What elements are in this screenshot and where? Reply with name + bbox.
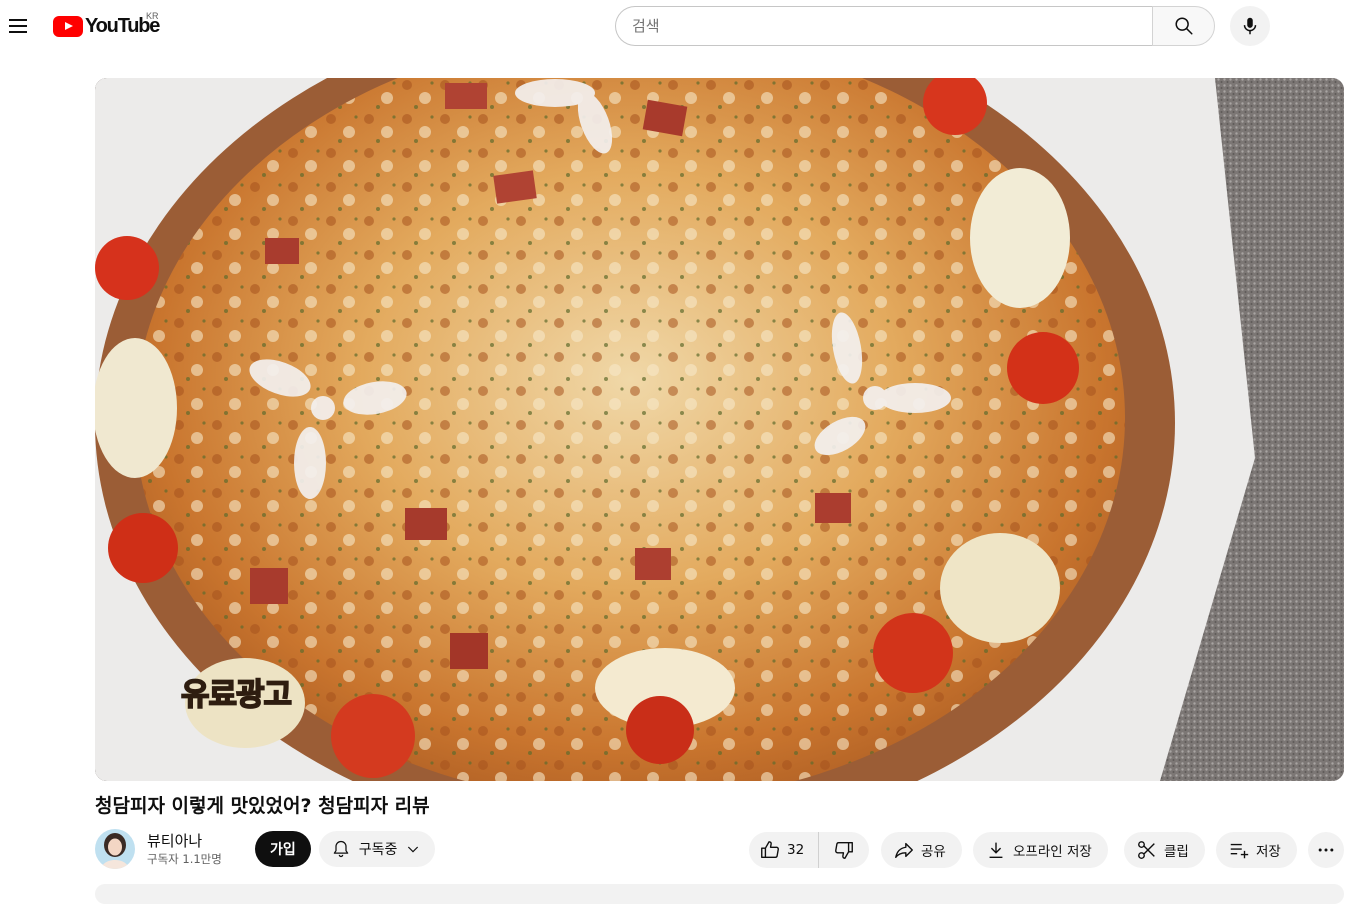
download-button[interactable]: 오프라인 저장: [973, 832, 1108, 868]
country-code: KR: [146, 11, 159, 21]
like-button[interactable]: 32: [749, 832, 820, 868]
save-label: 저장: [1256, 844, 1281, 860]
like-icon: [761, 841, 779, 859]
subscriber-count: 구독자 1.1만명: [147, 852, 222, 866]
video-player[interactable]: 유료광고: [95, 78, 1344, 781]
subscribed-button[interactable]: 구독중: [318, 831, 436, 867]
share-button[interactable]: 공유: [881, 832, 962, 868]
dislike-icon: [835, 841, 854, 859]
like-dislike-segment: 32: [749, 832, 870, 868]
join-button[interactable]: 가입: [255, 831, 311, 867]
search-bar: [615, 6, 1215, 46]
chevron-down-icon: [408, 846, 419, 853]
playlist-add-icon: [1230, 843, 1249, 859]
subscribed-label: 구독중: [358, 842, 398, 858]
paid-promotion-overlay: 유료광고: [180, 676, 293, 714]
description-box[interactable]: [95, 884, 1344, 904]
share-label: 공유: [921, 844, 946, 860]
video-title: 청담피자 이렇게 맛있었어? 청담피자 리뷰: [95, 795, 430, 817]
voice-search-button[interactable]: [1230, 6, 1270, 46]
search-button[interactable]: [1152, 6, 1215, 46]
masthead: YouTube KR: [0, 0, 1359, 52]
owner-row: 뷰티아나 구독자 1.1만명 가입 구독중: [95, 828, 436, 870]
youtube-logo[interactable]: YouTube: [53, 14, 160, 38]
share-icon: [895, 842, 913, 859]
bell-icon: [333, 840, 349, 858]
more-icon: [1318, 848, 1334, 852]
download-label: 오프라인 저장: [1013, 844, 1092, 860]
dislike-button[interactable]: [819, 832, 869, 868]
menu-icon[interactable]: [0, 6, 36, 46]
clip-button[interactable]: 클립: [1124, 832, 1205, 868]
youtube-logo-icon: [53, 15, 83, 37]
scissors-icon: [1138, 841, 1155, 859]
channel-name[interactable]: 뷰티아나: [147, 831, 243, 851]
avatar[interactable]: [95, 829, 135, 869]
channel-info: 뷰티아나 구독자 1.1만명: [147, 831, 243, 867]
search-input[interactable]: [615, 6, 1152, 46]
save-button[interactable]: 저장: [1216, 832, 1297, 868]
mic-icon: [1243, 17, 1257, 35]
more-actions-button[interactable]: [1308, 832, 1344, 868]
like-count: 32: [787, 842, 805, 858]
search-icon: [1174, 17, 1193, 35]
clip-label: 클립: [1164, 844, 1189, 860]
download-icon: [989, 842, 1003, 859]
